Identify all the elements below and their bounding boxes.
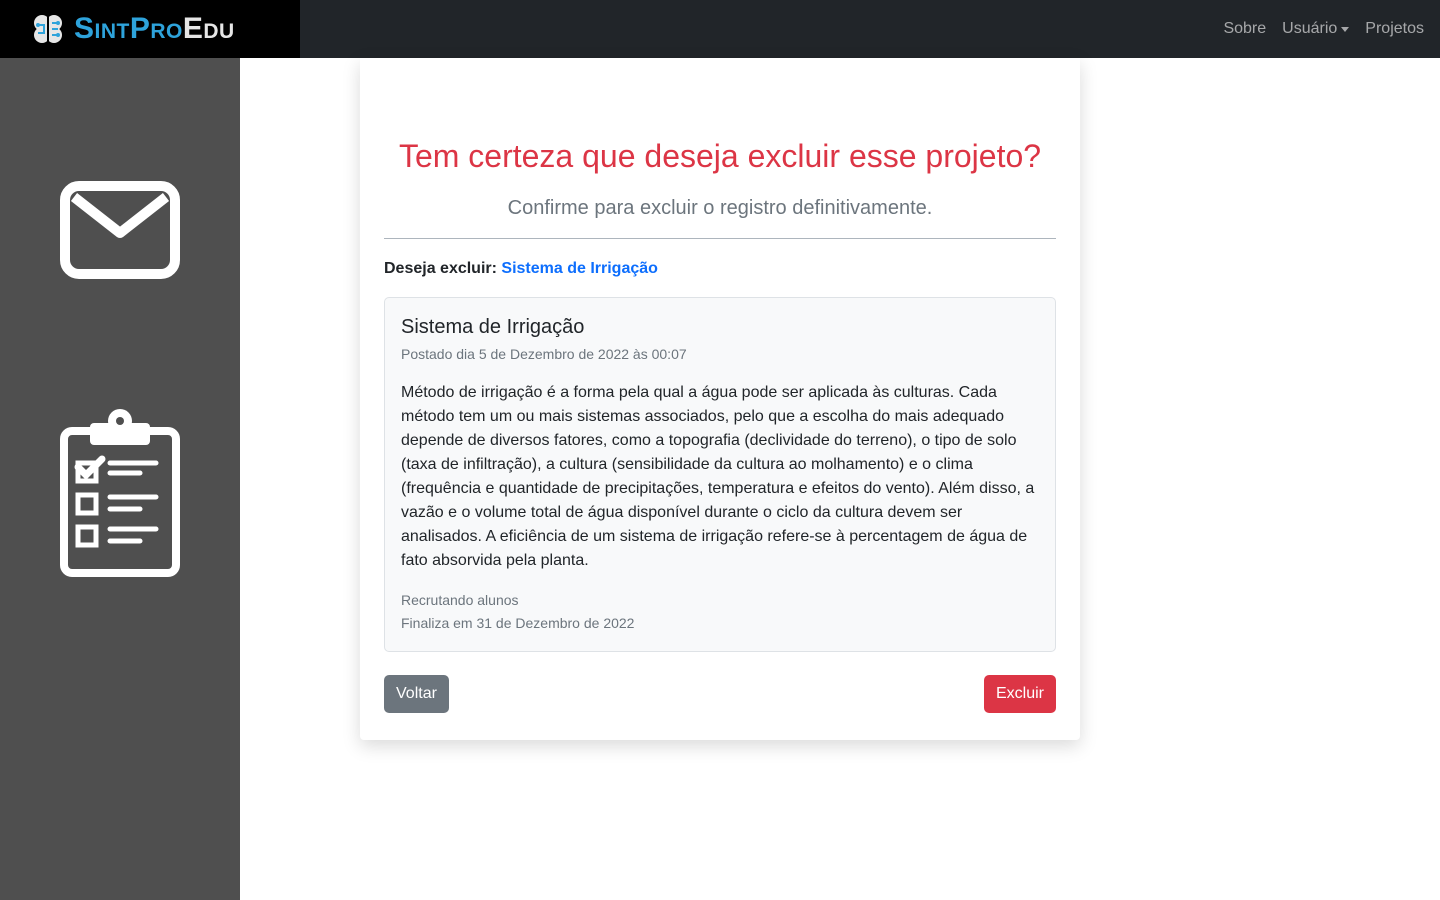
nav-links: Sobre Usuário Projetos <box>1215 0 1432 58</box>
nav-projects-link[interactable]: Projetos <box>1365 20 1424 38</box>
brand-name-part-edu: Edu <box>182 12 235 45</box>
back-button[interactable]: Voltar <box>384 675 449 713</box>
brand-name-part-sint: Sint <box>74 12 130 45</box>
envelope-icon[interactable] <box>60 181 180 279</box>
brain-logo-icon <box>34 15 62 43</box>
caret-down-icon <box>1341 26 1350 32</box>
brand-name-part-pro: Pro <box>129 12 183 45</box>
nav-about-link[interactable]: Sobre <box>1223 20 1266 38</box>
delete-button[interactable]: Excluir <box>983 675 1056 713</box>
project-end-date: Finaliza em 31 de Dezembro de 2022 <box>401 615 635 631</box>
brand-logo-link[interactable]: SintProEdu <box>0 0 300 58</box>
action-bar: Voltar Excluir <box>384 675 1056 713</box>
project-status-block: Recrutando alunos Finaliza em 31 de Deze… <box>401 589 1039 635</box>
top-navbar: SintProEdu Sobre Usuário Projetos <box>0 0 1440 58</box>
nav-user-label: Usuário <box>1282 20 1338 37</box>
nav-user-dropdown[interactable]: Usuário <box>1282 20 1350 38</box>
page-title: Tem certeza que deseja excluir esse proj… <box>398 138 1042 174</box>
delete-target-link[interactable]: Sistema de Irrigação <box>501 260 658 277</box>
page-subtitle: Confirme para excluir o registro definit… <box>507 197 933 219</box>
brand-name: SintProEdu <box>74 0 235 58</box>
clipboard-checklist-icon[interactable] <box>60 409 180 577</box>
project-preview: Sistema de Irrigação Postado dia 5 de De… <box>384 297 1056 652</box>
divider <box>384 238 1056 239</box>
delete-confirmation-card: Tem certeza que deseja excluir esse proj… <box>360 58 1080 740</box>
project-status: Recrutando alunos <box>401 592 519 608</box>
delete-prompt: Deseja excluir: Sistema de Irrigação <box>384 258 1056 280</box>
project-description: Método de irrigação é a forma pela qual … <box>401 384 1035 569</box>
delete-prompt-label: Deseja excluir: <box>384 260 497 277</box>
project-title: Sistema de Irrigação <box>401 316 585 338</box>
project-posted-date: Postado dia 5 de Dezembro de 2022 às 00:… <box>401 346 687 362</box>
sidebar <box>0 58 240 900</box>
